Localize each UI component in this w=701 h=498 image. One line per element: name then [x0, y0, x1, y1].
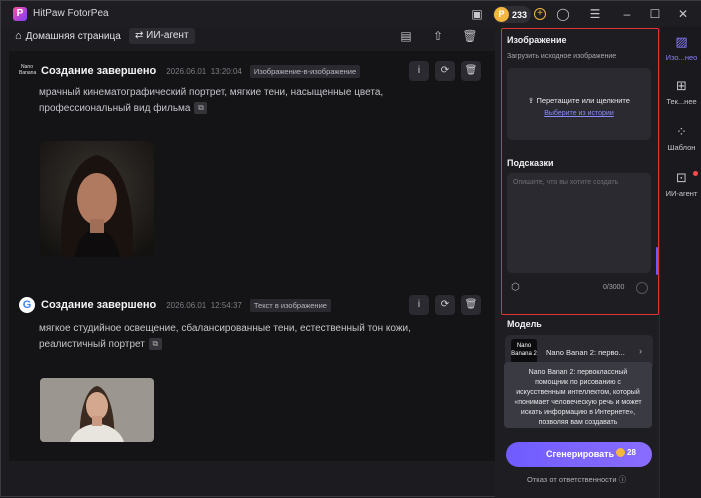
result-card: Nano Banana Создание завершено 2026.06.0…: [9, 51, 495, 281]
card-prompt-text: мрачный кинематографический портрет, мяг…: [39, 87, 384, 114]
card-date-day: 2026.06.01: [166, 300, 207, 310]
image-section-title: Изображение: [507, 35, 567, 45]
image-section-subtitle: Загрузить исходное изображение: [507, 53, 617, 60]
trash-icon[interactable]: 🗑: [462, 28, 478, 44]
agent-tab[interactable]: ⇄ ИИ-агент: [129, 28, 195, 44]
generated-image[interactable]: [40, 141, 154, 257]
sidebar-item-label: Тек...нее: [666, 97, 697, 106]
generate-button[interactable]: Сгенерировать 28: [506, 442, 652, 467]
tool-sidebar: ▨ Изо...нео ⊞ Тек...нее ⁘ Шаблон ⊡ ИИ-аг…: [659, 27, 701, 498]
card-mode-tag: Изображение-в-изображение: [249, 64, 361, 78]
history-label: Выберите из истории: [544, 110, 614, 117]
title-bar: P HitPaw FotorPea ▣ P 233 + ◯ ☰ – ☐ ✕: [1, 1, 701, 27]
app-title: HitPaw FotorPea: [33, 8, 109, 19]
card-header: Nano Banana Создание завершено 2026.06.0…: [19, 63, 361, 79]
card-date-time: 13:20:04: [210, 66, 242, 76]
card-prompt: мягкое студийное освещение, сбалансирова…: [39, 321, 419, 353]
scrollbar-thumb[interactable]: [656, 247, 658, 275]
credits-badge[interactable]: P 233: [493, 6, 531, 23]
sidebar-item-text[interactable]: ⊞ Тек...нее: [660, 78, 701, 107]
generate-label: Сгенерировать: [546, 449, 615, 459]
menu-icon[interactable]: ☰: [587, 6, 603, 22]
info-button[interactable]: i: [409, 295, 429, 315]
maximize-icon[interactable]: ☐: [647, 6, 663, 22]
model-name: Nano Banan 2: перво...: [546, 348, 625, 357]
regenerate-button[interactable]: ⟳: [435, 61, 455, 81]
cube-icon[interactable]: ⬡: [511, 282, 520, 293]
result-card: G Создание завершено 2026.06.01 12:54:37…: [9, 285, 495, 461]
template-icon: ⁘: [676, 124, 687, 139]
upload-icon: ⇪: [528, 96, 535, 105]
minimize-icon[interactable]: –: [619, 6, 635, 22]
card-date-day: 2026.06.01: [166, 66, 207, 76]
home-icon: ⌂: [15, 30, 22, 42]
card-prompt-text: мягкое студийное освещение, сбалансирова…: [39, 323, 411, 350]
app-logo-icon: P: [13, 7, 27, 21]
credits-count: 233: [512, 9, 528, 20]
coin-icon: P: [494, 7, 509, 22]
upload-icon[interactable]: ⇧: [430, 28, 446, 44]
model-section-title: Модель: [507, 319, 542, 329]
card-title: Создание завершено: [41, 65, 157, 77]
app-window: P HitPaw FotorPea ▣ P 233 + ◯ ☰ – ☐ ✕ ⌂ …: [0, 0, 701, 498]
user-icon[interactable]: ◯: [555, 6, 571, 22]
sidebar-item-image[interactable]: ▨ Изо...нео: [660, 34, 701, 63]
card-mode-tag: Текст в изображение: [249, 298, 331, 312]
delete-button[interactable]: 🗑: [461, 61, 481, 81]
gift-icon[interactable]: ▣: [469, 6, 485, 22]
sidebar-item-label: Изо...нео: [665, 53, 698, 62]
nano-banana-logo-icon: Nano Banana: [19, 64, 37, 76]
portrait-studio-image: [40, 378, 154, 442]
sidebar-item-template[interactable]: ⁘ Шаблон: [660, 124, 701, 153]
send-icon[interactable]: [636, 282, 648, 294]
generate-cost-value: 28: [627, 448, 636, 457]
card-title: Создание завершено: [41, 299, 157, 311]
history-link[interactable]: Выберите из истории: [507, 110, 651, 117]
disclaimer-link[interactable]: Отказ от ответственности ⓘ: [527, 474, 626, 485]
info-button[interactable]: i: [409, 61, 429, 81]
regenerate-button[interactable]: ⟳: [435, 295, 455, 315]
close-icon[interactable]: ✕: [675, 6, 691, 22]
text-icon: ⊞: [676, 78, 687, 93]
sidebar-item-agent[interactable]: ⊡ ИИ-агент: [660, 171, 701, 198]
hints-section-title: Подсказки: [507, 158, 554, 168]
upload-main: ⇪ Перетащите или щелкните: [507, 96, 651, 105]
prompt-placeholder: Опишите, что вы хотите создать: [513, 179, 619, 186]
sidebar-item-label: ИИ-агент: [665, 189, 698, 198]
generate-cost: 28: [616, 448, 636, 457]
chevron-right-icon: ›: [639, 346, 642, 356]
card-date: 2026.06.01 12:54:37: [166, 301, 242, 310]
char-counter: 0/3000: [603, 284, 625, 291]
sidebar-item-label: Шаблон: [667, 143, 696, 152]
delete-button[interactable]: 🗑: [461, 295, 481, 315]
copy-icon[interactable]: ⧉: [194, 102, 208, 115]
history-feed: Nano Banana Создание завершено 2026.06.0…: [9, 51, 495, 461]
model-tooltip: Nano Banan 2: первоклассный помощник по …: [504, 362, 652, 428]
card-prompt: мрачный кинематографический портрет, мяг…: [39, 85, 419, 117]
copy-icon[interactable]: ⧉: [148, 338, 162, 351]
card-header: G Создание завершено 2026.06.01 12:54:37…: [19, 297, 331, 313]
prompt-input[interactable]: Опишите, что вы хотите создать: [507, 173, 651, 273]
home-link[interactable]: ⌂ Домашняя страница: [15, 30, 121, 42]
notification-dot: [693, 171, 698, 176]
upload-main-label: Перетащите или щелкните: [536, 96, 630, 105]
card-date: 2026.06.01 13:20:04: [166, 67, 242, 76]
google-logo-icon: G: [19, 297, 35, 313]
book-icon[interactable]: ▤: [398, 28, 414, 44]
card-date-time: 12:54:37: [210, 300, 242, 310]
generated-image[interactable]: [40, 378, 154, 442]
upload-dropzone[interactable]: ⇪ Перетащите или щелкните Выберите из ис…: [507, 68, 651, 140]
portrait-dark-image: [40, 141, 154, 257]
coin-icon: [616, 448, 625, 457]
image-icon: ▨: [675, 34, 688, 49]
agent-icon: ⊡: [676, 170, 687, 185]
toolbar: ⌂ Домашняя страница ⇄ ИИ-агент ▤ ⇧ 🗑: [1, 27, 495, 47]
disclaimer-label: Отказ от ответственности: [527, 475, 617, 484]
home-label: Домашняя страница: [25, 30, 121, 42]
agent-tab-label: ИИ-агент: [146, 30, 189, 41]
add-credits-icon[interactable]: +: [534, 8, 546, 20]
